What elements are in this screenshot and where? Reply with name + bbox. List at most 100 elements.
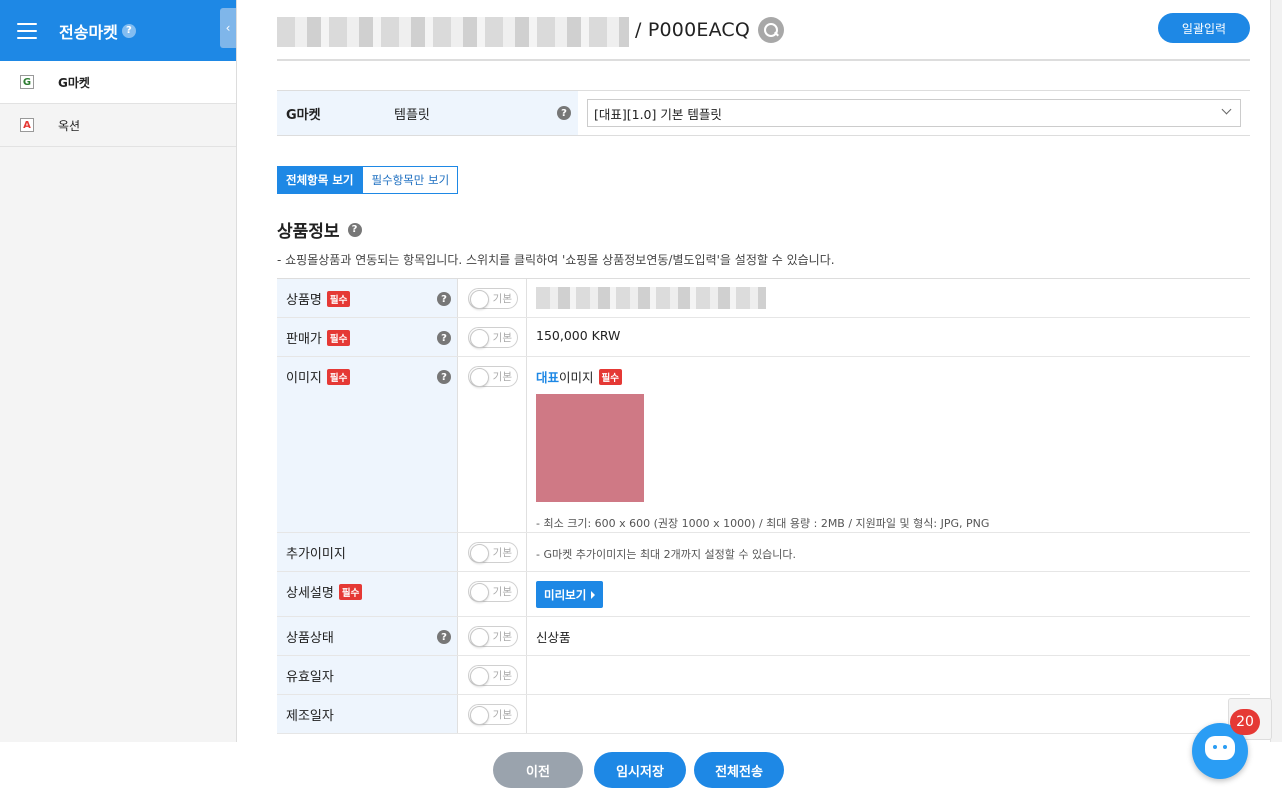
field-value: [527, 279, 1250, 317]
field-value: 신상품: [536, 630, 571, 645]
field-label: 판매가 필수 ?: [277, 318, 457, 356]
sync-toggle[interactable]: 기본: [468, 542, 518, 563]
form-row-image: 이미지 필수 ? 기본 대표이미지 필수 - 최소 크기: 600 x 600 (권…: [277, 357, 1250, 533]
sync-toggle[interactable]: 기본: [468, 581, 518, 602]
form-row-condition: 상품상태 ? 기본 신상품: [277, 617, 1250, 656]
field-value: - G마켓 추가이미지는 최대 2개까지 설정할 수 있습니다.: [527, 533, 1250, 571]
field-label: 유효일자: [277, 656, 457, 694]
help-icon[interactable]: ?: [437, 370, 451, 384]
sidebar-item-auction[interactable]: A 옥션: [0, 104, 236, 147]
sync-toggle[interactable]: 기본: [468, 665, 518, 686]
help-icon[interactable]: ?: [437, 630, 451, 644]
product-form: 상품명 필수 ? 기본 판매가 필수 ? 기본 150,000 KRW 이미지 필수 …: [277, 278, 1250, 734]
main-image-suffix: 이미지: [559, 370, 594, 385]
template-select[interactable]: [대표][1.0] 기본 템플릿: [587, 99, 1241, 127]
auction-icon: A: [20, 118, 34, 132]
image-requirements-note: - 최소 크기: 600 x 600 (권장 1000 x 1000) / 최대…: [536, 517, 990, 530]
help-icon[interactable]: ?: [437, 331, 451, 345]
product-code: / P000EACQ: [635, 18, 751, 41]
send-all-button[interactable]: 전체전송: [694, 752, 784, 788]
field-switch-cell: 기본: [457, 617, 527, 655]
field-label: 이미지 필수 ?: [277, 357, 457, 532]
field-label: 추가이미지: [277, 533, 457, 571]
main-content: / P000EACQ 일괄입력 G마켓 템플릿 ? [대표][1.0] 기본 템…: [277, 0, 1250, 734]
required-badge: 필수: [326, 330, 351, 346]
sync-toggle[interactable]: 기본: [468, 366, 518, 387]
blurred-product-title: [277, 16, 629, 47]
field-switch-cell: 기본: [457, 572, 527, 616]
sidebar-item-gmarket[interactable]: G G마켓: [0, 61, 236, 104]
form-row-expiry: 유효일자 기본: [277, 656, 1250, 695]
help-icon[interactable]: ?: [557, 106, 571, 120]
section-title-text: 상품정보: [277, 222, 340, 242]
form-row-price: 판매가 필수 ? 기본 150,000 KRW: [277, 318, 1250, 357]
save-draft-button[interactable]: 임시저장: [594, 752, 686, 788]
section-title: 상품정보 ?: [277, 217, 1250, 242]
required-badge: 필수: [598, 369, 623, 385]
field-switch-cell: 기본: [457, 695, 527, 733]
blurred-product-name: [536, 287, 766, 309]
sidebar-item-label: 옥션: [58, 118, 81, 133]
required-badge: 필수: [338, 584, 363, 600]
field-label: 제조일자: [277, 695, 457, 733]
view-all-button[interactable]: 전체항목 보기: [277, 166, 363, 194]
menu-icon[interactable]: [17, 22, 37, 39]
sync-toggle[interactable]: 기본: [468, 288, 518, 309]
field-label-text: 추가이미지: [286, 547, 346, 562]
chevron-down-icon: [1221, 104, 1232, 115]
field-label-text: 상세설명: [286, 586, 334, 601]
bulk-input-button[interactable]: 일괄입력: [1158, 13, 1250, 43]
form-row-detail: 상세설명 필수 기본 미리보기: [277, 572, 1250, 617]
help-icon[interactable]: ?: [121, 23, 136, 38]
collapse-sidebar-button[interactable]: ‹: [220, 8, 236, 48]
page-header: / P000EACQ 일괄입력: [277, 0, 1250, 61]
field-label-text: 이미지: [286, 371, 322, 386]
extra-image-note: - G마켓 추가이미지는 최대 2개까지 설정할 수 있습니다.: [536, 548, 796, 561]
sync-toggle[interactable]: 기본: [468, 327, 518, 348]
chat-notification-badge: 20: [1230, 709, 1260, 735]
view-toggle: 전체항목 보기 필수항목만 보기: [277, 166, 1250, 194]
field-value: 대표이미지 필수 - 최소 크기: 600 x 600 (권장 1000 x 10…: [527, 357, 1250, 532]
gmarket-icon: G: [20, 75, 34, 89]
chat-face-icon: [1205, 736, 1235, 760]
form-row-extra-image: 추가이미지 기본 - G마켓 추가이미지는 최대 2개까지 설정할 수 있습니다…: [277, 533, 1250, 572]
view-required-button[interactable]: 필수항목만 보기: [362, 166, 459, 194]
field-switch-cell: 기본: [457, 318, 527, 356]
field-value: [527, 695, 1250, 733]
field-switch-cell: 기본: [457, 533, 527, 571]
field-switch-cell: 기본: [457, 357, 527, 532]
template-label: 템플릿: [394, 107, 430, 123]
field-label: 상세설명 필수: [277, 572, 457, 616]
section-description: - 쇼핑몰상품과 연동되는 항목입니다. 스위치를 클릭하여 '쇼핑몰 상품정보…: [277, 253, 835, 267]
field-value: [527, 656, 1250, 694]
field-label-text: 유효일자: [286, 670, 334, 685]
field-label-text: 판매가: [286, 332, 322, 347]
field-label-text: 제조일자: [286, 709, 334, 724]
search-icon[interactable]: [758, 16, 785, 43]
required-badge: 필수: [326, 291, 351, 307]
required-badge: 필수: [326, 369, 351, 385]
sidebar-title: 전송마켓: [59, 22, 118, 42]
sidebar-header: 전송마켓 ? ‹: [0, 0, 236, 61]
main-image-heading: 대표이미지 필수: [536, 367, 1250, 386]
page-scrollbar[interactable]: [1270, 0, 1282, 742]
prev-button[interactable]: 이전: [493, 752, 583, 788]
form-row-manufacture: 제조일자 기본: [277, 695, 1250, 734]
sync-toggle[interactable]: 기본: [468, 626, 518, 647]
sidebar: 전송마켓 ? ‹ G G마켓 A 옥션: [0, 0, 237, 742]
field-value: 150,000 KRW: [536, 328, 621, 343]
sync-toggle[interactable]: 기본: [468, 704, 518, 725]
template-label-cell: G마켓 템플릿 ?: [277, 91, 578, 135]
field-label-text: 상품상태: [286, 631, 334, 646]
template-market: G마켓: [286, 107, 321, 123]
help-icon[interactable]: ?: [437, 292, 451, 306]
preview-button[interactable]: 미리보기: [536, 581, 604, 608]
form-row-name: 상품명 필수 ? 기본: [277, 279, 1250, 318]
field-switch-cell: 기본: [457, 279, 527, 317]
help-icon[interactable]: ?: [347, 222, 362, 237]
template-row: G마켓 템플릿 ? [대표][1.0] 기본 템플릿: [277, 90, 1250, 136]
field-label: 상품명 필수 ?: [277, 279, 457, 317]
field-value: 미리보기: [527, 572, 1250, 616]
main-image-thumbnail[interactable]: [536, 394, 644, 502]
sidebar-item-label: G마켓: [58, 75, 90, 90]
